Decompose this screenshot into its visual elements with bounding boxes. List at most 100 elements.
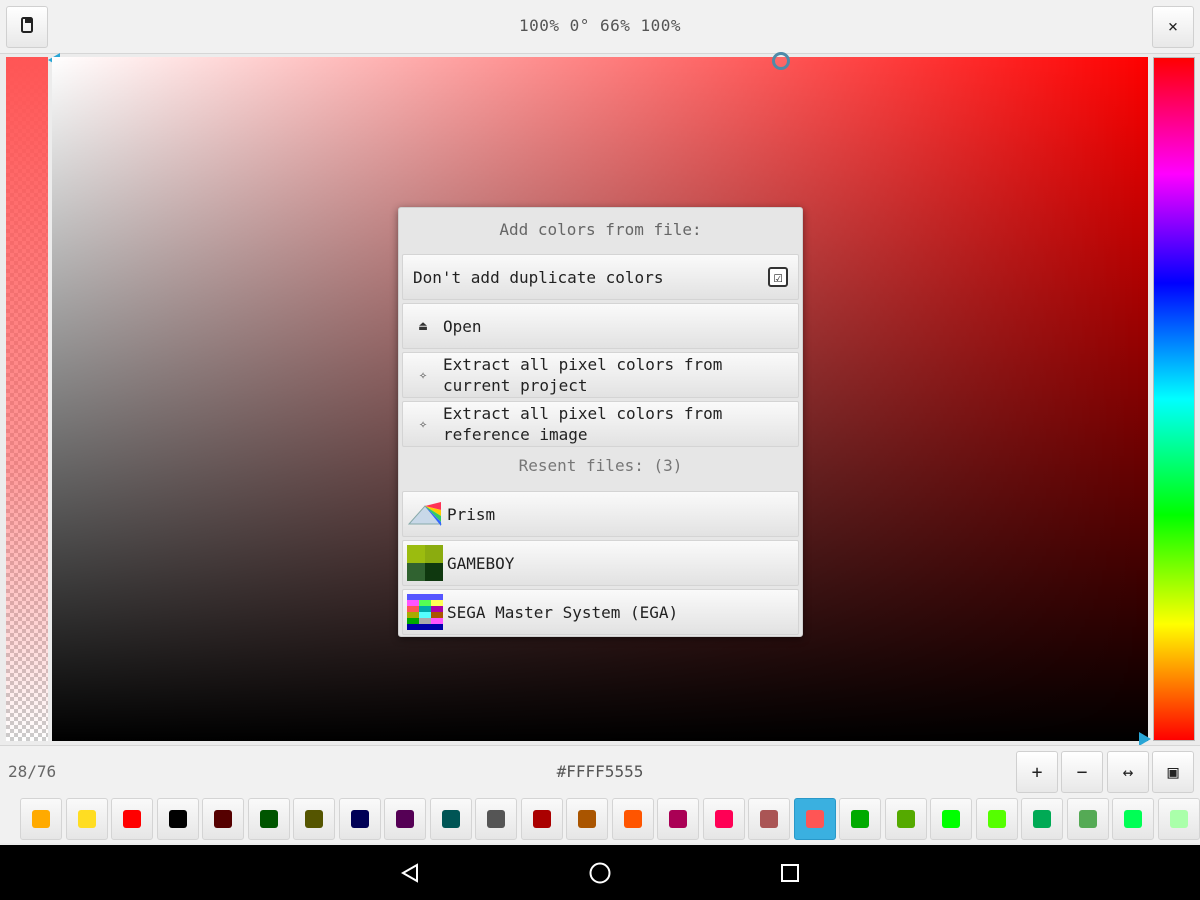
alpha-slider[interactable]: [6, 57, 48, 741]
recent-file-gameboy[interactable]: GAMEBOY: [402, 540, 799, 586]
palette-options-button[interactable]: ▣: [1152, 751, 1194, 793]
move-color-button[interactable]: ↔: [1107, 751, 1149, 793]
recents-square-icon[interactable]: [776, 859, 804, 887]
duplicate-colors-label: Don't add duplicate colors: [413, 267, 664, 287]
swatch-color: [714, 810, 733, 828]
palette-swatch[interactable]: [1112, 798, 1154, 840]
swatch-color: [851, 810, 869, 828]
top-bar: 100% 0° 66% 100% ×: [0, 0, 1200, 54]
swatch-color: [942, 810, 960, 828]
swatch-color: [805, 810, 824, 828]
swatch-color: [350, 810, 369, 828]
palette-swatch[interactable]: [1157, 798, 1200, 840]
home-circle-icon[interactable]: [586, 859, 614, 887]
swatch-color: [532, 810, 551, 828]
extract-project-colors-button[interactable]: ✧ Extract all pixel colors from current …: [402, 352, 799, 398]
recent-file-sega[interactable]: SEGA Master System (EGA): [402, 589, 799, 635]
palette-swatch[interactable]: [1066, 798, 1109, 840]
bottom-bar: 28/76 #FFFF5555 + − ↔ ▣: [0, 745, 1200, 843]
recent-files-title: Resent files: (3): [518, 456, 683, 475]
palette-swatch[interactable]: [566, 798, 608, 840]
swatch-color: [305, 810, 323, 828]
palette-swatch[interactable]: [156, 798, 199, 840]
palette-swatch[interactable]: [657, 798, 699, 840]
swatch-color: [214, 810, 232, 828]
palette-swatch[interactable]: [793, 798, 836, 840]
close-button[interactable]: ×: [1152, 6, 1194, 48]
palette-swatch[interactable]: [748, 798, 790, 840]
recent-file-prism[interactable]: Prism: [402, 491, 799, 537]
palette-swatch[interactable]: [338, 798, 381, 840]
add-color-button[interactable]: +: [1016, 751, 1058, 793]
swatch-color: [1078, 810, 1097, 828]
palette-swatch[interactable]: [839, 798, 881, 840]
sparkle-icon: ✧: [419, 367, 427, 383]
palette-swatch-strip: [20, 798, 1200, 840]
hue-marker-icon[interactable]: [1139, 732, 1151, 746]
palette-swatch[interactable]: [611, 798, 654, 840]
recent-file-label: Prism: [447, 504, 496, 524]
alpha-gradient: [6, 57, 48, 741]
swatch-color: [623, 810, 642, 828]
close-icon: ×: [1167, 17, 1179, 37]
arrows-horizontal-icon: ↔: [1122, 761, 1134, 783]
palette-swatch[interactable]: [202, 798, 244, 840]
sega-palette-icon: [407, 594, 443, 630]
add-colors-dialog: Add colors from file: Don't add duplicat…: [398, 207, 803, 637]
palette-swatch[interactable]: [884, 798, 927, 840]
back-triangle-icon[interactable]: [396, 859, 424, 887]
remove-color-button[interactable]: −: [1061, 751, 1103, 793]
swatch-color: [487, 810, 505, 828]
swatch-color: [760, 810, 778, 828]
swatch-color: [1124, 810, 1142, 828]
swatch-color: [123, 810, 141, 828]
palette-swatch[interactable]: [475, 798, 517, 840]
palette-swatch[interactable]: [975, 798, 1018, 840]
dialog-title: Add colors from file:: [499, 220, 702, 239]
swatch-color: [669, 810, 687, 828]
palette-swatch[interactable]: [429, 798, 472, 840]
palette-swatch[interactable]: [930, 798, 972, 840]
swatch-color: [32, 810, 50, 828]
swatch-color: [259, 810, 278, 828]
palette-swatch[interactable]: [65, 798, 108, 840]
swatch-color: [578, 810, 596, 828]
swatch-color: [896, 810, 915, 828]
extract-project-line2: current project: [443, 376, 588, 395]
extract-reference-line1: Extract all pixel colors from: [443, 404, 723, 423]
color-status-text: 100% 0° 66% 100%: [518, 16, 682, 35]
swatch-color: [77, 810, 96, 828]
palette-swatch[interactable]: [1021, 798, 1063, 840]
palette-swatch[interactable]: [20, 798, 62, 840]
duplicate-colors-checkbox[interactable]: ☑: [768, 267, 788, 287]
gameboy-palette-icon: [407, 545, 443, 581]
extract-reference-line2: reference image: [443, 425, 588, 444]
palette-swatch[interactable]: [384, 798, 426, 840]
recent-file-label: SEGA Master System (EGA): [447, 602, 679, 622]
extract-reference-colors-button[interactable]: ✧ Extract all pixel colors from referenc…: [402, 401, 799, 447]
hue-slider[interactable]: [1153, 57, 1195, 741]
extract-project-line1: Extract all pixel colors from: [443, 355, 723, 374]
swatch-color: [396, 810, 414, 828]
palette-swatch[interactable]: [702, 798, 745, 840]
palette-swatch[interactable]: [520, 798, 563, 840]
square-icon: ▣: [1167, 761, 1179, 783]
swatch-color: [168, 810, 187, 828]
recent-file-label: GAMEBOY: [447, 553, 515, 573]
palette-swatch[interactable]: [247, 798, 290, 840]
open-file-label: Open: [443, 316, 482, 336]
palette-swatch[interactable]: [111, 798, 153, 840]
swatch-color: [441, 810, 460, 828]
minus-icon: −: [1076, 761, 1088, 783]
swatch-color: [1169, 810, 1188, 828]
plus-icon: +: [1031, 761, 1043, 783]
swatch-color: [1033, 810, 1051, 828]
saturation-value-marker[interactable]: [772, 52, 790, 70]
system-nav-bar: [0, 845, 1200, 900]
palette-swatch[interactable]: [293, 798, 335, 840]
sparkle-icon: ✧: [419, 416, 427, 432]
open-file-button[interactable]: ⏏ Open: [402, 303, 799, 349]
eject-icon: ⏏: [419, 318, 427, 334]
duplicate-colors-toggle[interactable]: Don't add duplicate colors ☑: [402, 254, 799, 300]
prism-palette-icon: [407, 496, 443, 532]
